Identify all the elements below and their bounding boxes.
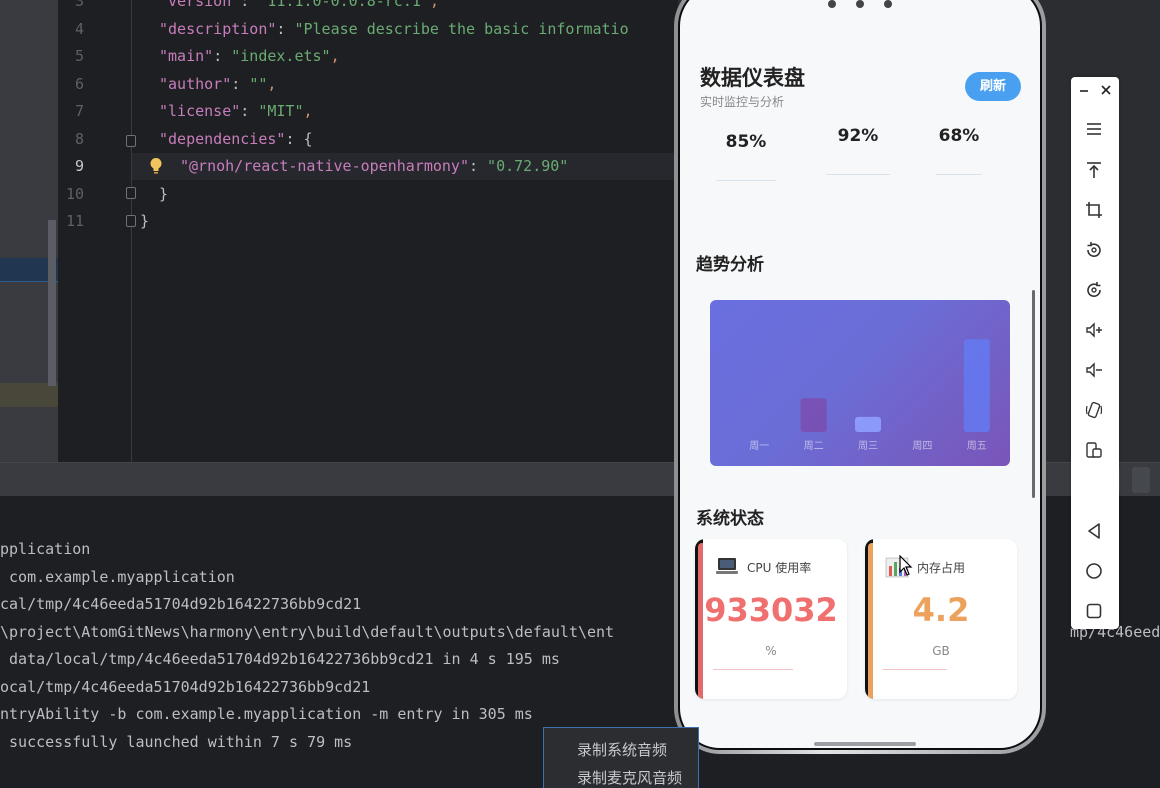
code-line: "version": "11.1.0-0.0.8-rc.1",	[159, 0, 439, 10]
chart-bar	[800, 398, 827, 432]
rotate-right-icon[interactable]	[1083, 279, 1105, 301]
code-editor[interactable]	[58, 0, 678, 462]
back-icon[interactable]	[1083, 520, 1105, 542]
chart-bar	[963, 339, 990, 432]
line-number: 4	[74, 20, 84, 38]
line-number: 10	[65, 185, 84, 203]
screenshot-icon[interactable]	[1083, 439, 1105, 461]
cpu-status-card[interactable]: CPU 使用率 933032 %	[695, 539, 847, 699]
stat-underline	[826, 174, 890, 175]
screen-scrollbar[interactable]	[1032, 290, 1035, 498]
fold-icon[interactable]	[126, 187, 136, 199]
chart-tick-label: 周五	[967, 440, 987, 452]
recent-apps-icon[interactable]	[1083, 600, 1105, 622]
line-number: 8	[74, 130, 84, 148]
console-line: pplication	[0, 540, 91, 558]
code-line-current: "@rnoh/react-native-openharmony": "0.72.…	[180, 157, 569, 175]
status-dot	[828, 0, 836, 8]
page-title: 数据仪表盘	[700, 66, 805, 90]
lightbulb-icon[interactable]	[149, 157, 163, 175]
tool-tab[interactable]	[1132, 467, 1150, 493]
line-number: 7	[74, 102, 84, 120]
shake-icon[interactable]	[1083, 399, 1105, 421]
code-line: "license": "MIT",	[159, 102, 313, 120]
home-indicator[interactable]	[814, 742, 916, 746]
stat-value: 92%	[837, 126, 879, 146]
stat-underline	[716, 180, 776, 181]
console-line: \project\AtomGitNews\harmony\entry\build…	[0, 623, 615, 641]
line-number: 9	[74, 157, 84, 175]
stat-value: 85%	[725, 132, 767, 152]
memory-unit: GB	[932, 644, 950, 658]
console-line: ntryAbility -b com.example.myapplication…	[0, 705, 533, 723]
menu-item-record-system-audio[interactable]: 录制系统音频	[577, 739, 667, 760]
memory-value: 4.2	[912, 591, 970, 629]
console-line: com.example.myapplication	[0, 568, 235, 586]
code-line: "author": "",	[159, 75, 277, 93]
cpu-unit: %	[765, 644, 777, 658]
console-line: data/local/tmp/4c46eeda51704d92b16422736…	[0, 650, 560, 668]
cpu-label: CPU 使用率	[747, 561, 812, 575]
code-line: "main": "index.ets",	[159, 47, 340, 65]
phone-emulator: 数据仪表盘 实时监控与分析 刷新 85% 92% 68% 趋势分析 周一 周二 周三…	[674, 0, 1046, 754]
line-number: 3	[74, 0, 84, 10]
console-line: ocal/tmp/4c46eeda51704d92b16422736bb9cd2…	[0, 678, 371, 696]
mouse-cursor-icon	[899, 555, 913, 576]
crop-icon[interactable]	[1083, 199, 1105, 221]
stat-value: 68%	[938, 126, 980, 146]
page-subtitle: 实时监控与分析	[700, 95, 785, 109]
laptop-icon	[715, 556, 739, 576]
code-line: "description": "Please describe the basi…	[159, 20, 629, 38]
line-number: 5	[74, 47, 84, 65]
code-line: "dependencies": {	[159, 130, 313, 148]
line-number: 11	[65, 212, 84, 230]
line-number: 6	[74, 75, 84, 93]
context-menu: 录制系统音频 录制麦克风音频	[543, 727, 699, 788]
memory-underline	[883, 669, 947, 670]
chart-bar	[855, 416, 881, 432]
section-title-status: 系统状态	[696, 509, 764, 529]
cpu-value: 933032	[704, 591, 838, 629]
console-line: successfully launched within 7 s 79 ms	[0, 733, 353, 751]
menu-item-record-microphone-audio[interactable]: 录制麦克风音频	[577, 767, 682, 788]
fold-icon[interactable]	[126, 135, 136, 147]
status-dot	[856, 0, 864, 8]
rotate-left-icon[interactable]	[1083, 239, 1105, 261]
project-scrollbar[interactable]	[48, 220, 56, 386]
fold-guide	[131, 0, 132, 462]
chart-tick-label: 周一	[749, 440, 769, 452]
code-line: }	[159, 185, 169, 203]
fold-icon[interactable]	[126, 215, 136, 227]
project-highlight-row[interactable]	[0, 383, 58, 407]
volume-down-icon[interactable]	[1083, 359, 1105, 381]
close-icon[interactable]	[1099, 83, 1113, 97]
memory-label: 内存占用	[917, 561, 966, 575]
home-icon[interactable]	[1083, 560, 1105, 582]
chart-tick-label: 周四	[912, 440, 932, 452]
trend-chart-svg: 周一 周二 周三 周四 周五	[749, 339, 990, 452]
section-title-trend: 趋势分析	[696, 255, 764, 275]
app-screen: 数据仪表盘 实时监控与分析 刷新 85% 92% 68% 趋势分析 周一 周二 周三…	[680, 0, 1040, 748]
project-panel	[0, 0, 58, 462]
stat-card: 85%	[716, 132, 776, 181]
stat-card: 92%	[826, 126, 890, 175]
pin-top-icon[interactable]	[1083, 159, 1105, 181]
memory-status-card[interactable]: 内存占用 4.2 GB	[865, 539, 1017, 699]
menu-icon[interactable]	[1083, 118, 1105, 140]
stat-underline	[936, 174, 982, 175]
volume-up-icon[interactable]	[1083, 319, 1105, 341]
chart-tick-label: 周三	[858, 440, 878, 452]
minimize-icon[interactable]	[1077, 83, 1091, 97]
stat-card: 68%	[936, 126, 982, 175]
line-numbers: 3 4 5 6 7 8 9 10 11	[58, 0, 112, 462]
cpu-underline	[713, 669, 793, 670]
trend-chart: 周一 周二 周三 周四 周五	[710, 300, 1010, 466]
code-line: }	[140, 212, 150, 230]
status-dot	[884, 0, 892, 8]
emulator-toolbar	[1071, 77, 1119, 629]
console-line: cal/tmp/4c46eeda51704d92b16422736bb9cd21	[0, 595, 362, 613]
chart-tick-label: 周二	[804, 440, 824, 452]
refresh-button[interactable]: 刷新	[965, 72, 1021, 101]
